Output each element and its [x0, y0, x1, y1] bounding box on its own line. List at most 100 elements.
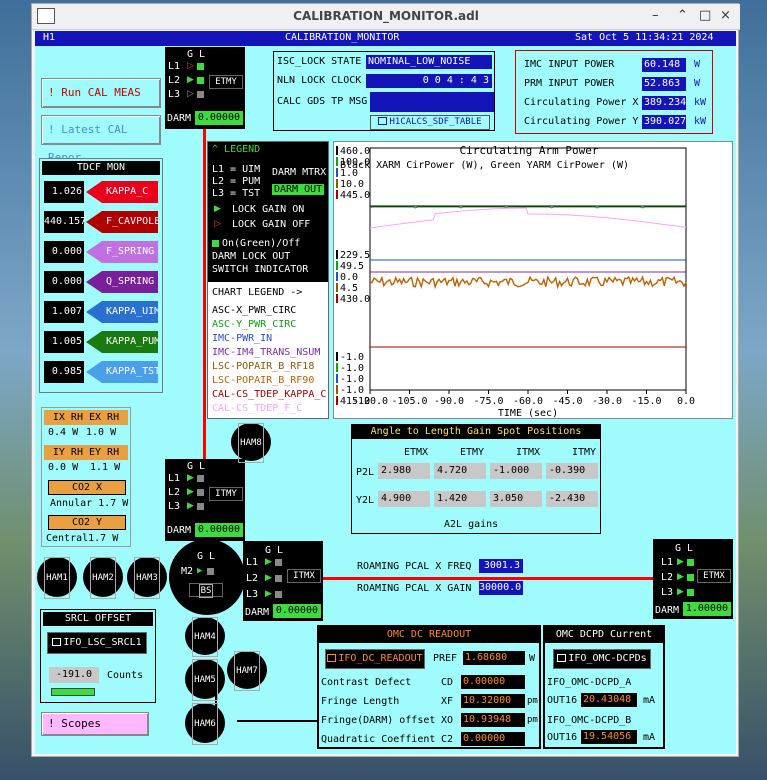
gain-off-indicator: ▷ [214, 219, 221, 229]
a2l-panel: Angle to Length Gain Spot Positions ETMX… [351, 424, 601, 534]
tdcf-value: 0.985 [44, 361, 84, 383]
etmx-related-button[interactable]: ETMX [697, 569, 731, 583]
close-icon[interactable]: × [720, 8, 731, 23]
gain-on-indicator: ▶ [677, 572, 684, 582]
tdcf-value: 0.000 [44, 241, 84, 263]
srcl-related-button[interactable]: IFO_LSC_SRCL1 [47, 632, 147, 654]
x-tick-label: -15.0 [631, 396, 661, 407]
switch-off-indicator [275, 559, 282, 566]
dcpd-a-label: IFO_OMC-DCPD_A [547, 677, 632, 688]
nln-clock-value: 0 0 4 : 4 3 [366, 74, 492, 88]
switch-off-indicator [197, 91, 204, 98]
etmx-darm-value: 1.00000 [683, 602, 731, 616]
itmx-related-button[interactable]: ITMX [287, 569, 321, 583]
switch-on-indicator [197, 77, 204, 84]
switch-on-indicator [687, 574, 694, 581]
darm-label: DARM [245, 607, 270, 618]
gain-on-indicator: ▶ [214, 204, 221, 214]
latest-cal-report-button[interactable]: ! Latest CAL Repor [41, 115, 161, 164]
x-tick-label: 0.0 [677, 396, 695, 407]
tdcf-f-spring-button[interactable]: F_SPRING [86, 241, 158, 263]
sdf-table-button[interactable]: H1CALCS_SDF_TABLE [370, 115, 490, 130]
ham5-button[interactable]: HAM5 [185, 659, 225, 701]
omc-row-label: Contrast Defect [321, 677, 412, 688]
omc-pref-value: 1.68680 [463, 651, 525, 665]
ham7-button[interactable]: HAM7 [227, 651, 267, 691]
x-tick-label: -60.0 [513, 396, 543, 407]
ham4-button[interactable]: HAM4 [185, 617, 225, 657]
ham1-button[interactable]: HAM1 [37, 557, 77, 599]
y-tick-label: 460.0 [340, 146, 370, 157]
chevron-up-icon[interactable]: ⌃ [677, 8, 688, 23]
ham3-button[interactable]: HAM3 [127, 557, 167, 599]
l1-label: L1 [661, 557, 674, 568]
ham6-button[interactable]: HAM6 [185, 703, 225, 745]
isc-lock-panel: ISC_LOCK STATE NOMINAL_LOW_NOISE NLN LOC… [273, 51, 495, 131]
related-display-icon [378, 117, 388, 125]
yarm-trace [369, 206, 686, 209]
dcpd-related-button[interactable]: IFO_OMC-DCPDs [553, 649, 651, 669]
dcpd-a-value: 20.43048 [581, 693, 637, 707]
switch-off-indicator [197, 489, 204, 496]
ring-heater-panel: IX RH EX RH 0.4 W 1.0 W IY RH EY RH 0.0 … [41, 407, 131, 547]
title-bar[interactable]: CALIBRATION_MONITOR.adl – ⌃ □ × [32, 4, 740, 30]
legend-l2: L2 = PUM [212, 176, 261, 187]
tdcf-panel: TDCF MON 1.026 KAPPA_C 440.157 F_CAVPOLE 0.0… [39, 158, 163, 393]
axis-color-mark [336, 146, 338, 155]
axis-color-mark [336, 261, 338, 270]
scopes-button[interactable]: ! Scopes [41, 712, 149, 736]
tdcf-kappa-tst-button[interactable]: KAPPA_TST [86, 361, 158, 383]
tdcf-q-spring-button[interactable]: Q_SPRING [86, 271, 158, 293]
gain-on-indicator: ▶ [187, 473, 194, 483]
nln-clock-label: NLN LOCK CLOCK [277, 75, 362, 86]
l1-label: L1 [246, 557, 259, 568]
minimize-icon[interactable]: – [652, 8, 659, 23]
tdcf-value: 1.005 [44, 331, 84, 353]
gl-label: G L [265, 545, 284, 556]
y2l-label: Y2L [356, 495, 375, 506]
tdcf-kappa-uim-button[interactable]: KAPPA_UIM [86, 301, 158, 323]
a2l-p2l-value: -1.000 [490, 463, 542, 479]
chart-channel-label: LSC-POPAIR_B_RF18 [212, 361, 315, 372]
tdcf-f-cavpole-button[interactable]: F_CAVPOLE [86, 211, 158, 233]
power-value: 52.863 [642, 77, 686, 91]
bs-related-button[interactable]: BS [189, 583, 223, 598]
omc-dc-related-button[interactable]: IFO_DC_READOUT [325, 649, 425, 669]
tdcf-kappa-c-button[interactable]: KAPPA_C [86, 181, 158, 203]
l2-label: L2 [661, 572, 674, 583]
ham2-button[interactable]: HAM2 [83, 557, 123, 599]
a2l-y2l-value: -2.430 [546, 491, 598, 507]
y-tick-label: -1.0 [340, 352, 364, 363]
gain-on-indicator: ▶ [677, 557, 684, 567]
ham8-button[interactable]: HAM8 [231, 423, 271, 463]
datetime: Sat Oct 5 11:34:21 2024 [575, 32, 714, 43]
run-cal-meas-button[interactable]: ! Run CAL MEAS [41, 78, 161, 108]
chart-channel-label: ASC-Y_PWR_CIRC [212, 319, 297, 330]
y-arm-line [203, 123, 206, 463]
a2l-p2l-value: 4.720 [434, 463, 486, 479]
power-unit: W [694, 78, 701, 89]
itmy-related-button[interactable]: ITMY [209, 487, 243, 501]
x-axis-label: TIME (sec) [498, 408, 558, 419]
legend-lockout: DARM LOCK OUT [212, 251, 291, 262]
etmy-related-button[interactable]: ETMY [209, 75, 243, 89]
chart-channel-label: IMC-IM4_TRANS_NSUM [212, 347, 321, 358]
maximize-icon[interactable]: □ [699, 8, 711, 23]
srcl-bar [51, 688, 95, 696]
omc-row-label: Fringe(DARM) offset [321, 715, 436, 726]
pcal-gain-value: 30000.0 [479, 581, 523, 595]
gain-on-indicator: ▶ [197, 566, 203, 576]
x-tick-label: -105.0 [391, 396, 427, 407]
l2-label: L2 [168, 75, 181, 86]
axis-color-mark [336, 179, 338, 188]
omc-row-label: Quadratic Coeffient [321, 734, 436, 745]
tdcf-kappa-pum-button[interactable]: KAPPA_PUM [86, 331, 158, 353]
l2-label: L2 [246, 573, 259, 584]
legend-gain-on: LOCK GAIN ON [232, 204, 305, 215]
l3-label: L3 [246, 589, 259, 600]
tdcf-value: 440.157 [44, 211, 86, 233]
x-tick-label: -90.0 [434, 396, 464, 407]
legend-gain-off: LOCK GAIN OFF [232, 219, 311, 230]
chart-channel-label: IMC-PWR_IN [212, 333, 273, 344]
srcl-title: SRCL OFFSET [43, 612, 153, 626]
